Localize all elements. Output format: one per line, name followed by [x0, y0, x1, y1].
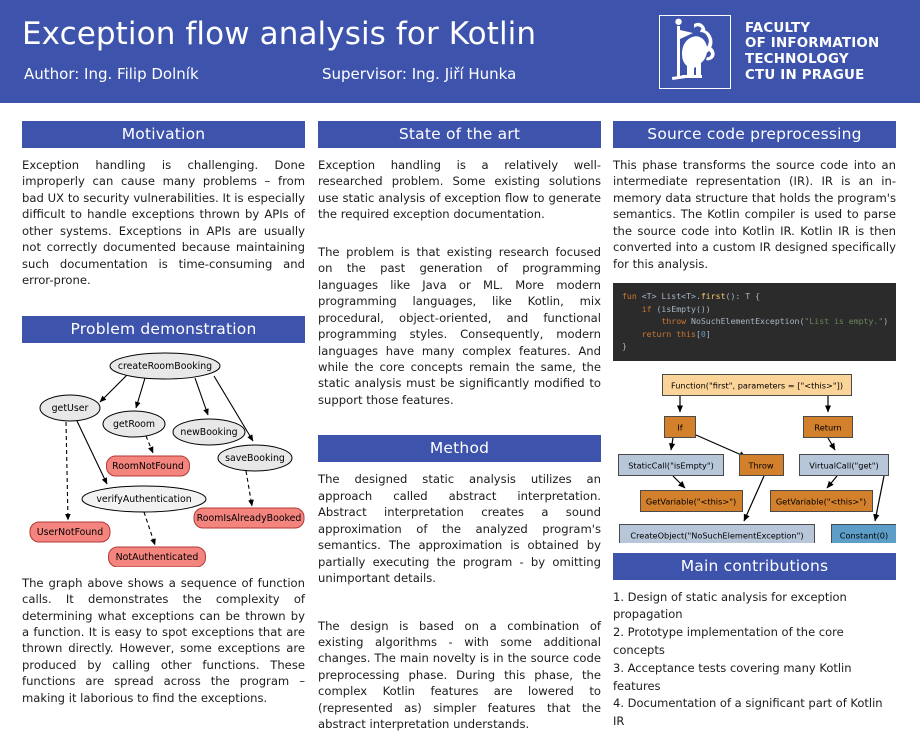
graph-node-RoomIsAlreadyBooked: RoomIsAlreadyBooked	[193, 507, 305, 529]
code-token: first	[700, 291, 726, 302]
graph-node-getRoom: getRoom	[102, 410, 166, 438]
code-token: "List is empty."	[804, 316, 884, 327]
page-title: Exception flow analysis for Kotlin	[22, 16, 537, 52]
graph-node-label: NotAuthenticated	[116, 552, 199, 563]
graph-node-UserNotFound: UserNotFound	[29, 521, 111, 543]
graph-node-label: verifyAuthentication	[96, 494, 191, 505]
graph-node-getUser: getUser	[39, 394, 101, 422]
ir-node-label: Return	[814, 422, 841, 432]
ir-node-label: Throw	[747, 460, 773, 470]
section-heading-state-of-the-art: State of the art	[318, 121, 601, 148]
code-token: ():	[725, 291, 746, 302]
state-of-the-art-paragraph-2: The problem is that existing research fo…	[318, 244, 601, 407]
code-token: fun	[622, 291, 642, 302]
section-heading-source-code-preprocessing: Source code preprocessing	[613, 121, 896, 148]
section-heading-motivation: Motivation	[22, 121, 305, 148]
column-left: Motivation Exception handling is challen…	[22, 121, 305, 706]
graph-node-NotAuthenticated: NotAuthenticated	[108, 546, 206, 567]
graph-node-saveBooking: saveBooking	[217, 444, 293, 472]
code-token: {	[750, 291, 761, 302]
state-of-the-art-paragraph-1: Exception handling is a relatively well-…	[318, 158, 601, 222]
ir-node-label: VirtualCall("get")	[809, 460, 878, 470]
ir-node-label: Function("first", parameters = ["<this>"…	[671, 380, 843, 390]
graph-node-label: RoomIsAlreadyBooked	[197, 513, 302, 524]
ir-node-label: StaticCall("isEmpty")	[628, 460, 714, 470]
ir-graph-figure: Function("first", parameters = ["<this>"…	[613, 371, 896, 543]
faculty-name: FACULTY OF INFORMATION TECHNOLOGY CTU IN…	[745, 20, 880, 83]
ir-node-staticcall: StaticCall("isEmpty")	[618, 453, 724, 476]
supervisor-label: Supervisor: Ing. Jiří Hunka	[322, 65, 517, 83]
ir-node-getvariable-2: GetVariable("<this>")	[770, 489, 873, 512]
code-token: (isEmpty())	[651, 303, 711, 314]
code-token: return	[641, 328, 672, 339]
ir-node-virtualcall: VirtualCall("get")	[799, 453, 889, 476]
graph-node-label: getRoom	[113, 419, 155, 430]
ctu-lion-logo-icon	[659, 15, 731, 89]
ir-node-label: GetVariable("<this>")	[646, 496, 736, 506]
section-heading-method: Method	[318, 435, 601, 463]
problem-demonstration-caption: The graph above shows a sequence of func…	[22, 575, 305, 705]
code-token: )	[883, 316, 889, 327]
graph-node-createRoomBooking: createRoomBooking	[109, 352, 221, 380]
graph-node-label: newBooking	[180, 427, 237, 438]
graph-node-RoomNotFound: RoomNotFound	[106, 455, 190, 477]
section-heading-problem-demonstration: Problem demonstration	[22, 315, 305, 343]
code-token: if	[641, 303, 652, 314]
contribution-item: 3. Acceptance tests covering many Kotlin…	[613, 660, 852, 693]
method-paragraph-1: The designed static analysis utilizes an…	[318, 472, 601, 586]
ir-node-return: Return	[803, 415, 853, 438]
contribution-item: 1. Design of static analysis for excepti…	[613, 589, 847, 622]
graph-node-label: saveBooking	[225, 453, 285, 464]
ir-node-if: If	[664, 415, 696, 438]
ir-node-function: Function("first", parameters = ["<this>"…	[662, 373, 852, 396]
call-graph-figure: createRoomBooking getUser getRoom newBoo…	[22, 352, 305, 567]
code-token: List<T>.	[661, 291, 701, 302]
call-graph-nodes: createRoomBooking getUser getRoom newBoo…	[29, 352, 305, 567]
ir-node-getvariable-1: GetVariable("<this>")	[640, 489, 743, 512]
code-token: <T>	[641, 291, 662, 302]
poster-body: Motivation Exception handling is challen…	[0, 103, 920, 731]
poster-header: Exception flow analysis for Kotlin Autho…	[0, 0, 920, 103]
section-heading-main-contributions: Main contributions	[613, 552, 896, 580]
code-token: }	[622, 341, 627, 352]
main-contributions-list: 1. Design of static analysis for excepti…	[613, 589, 896, 732]
graph-node-label: UserNotFound	[37, 527, 103, 538]
method-paragraph-2: The design is based on a combination of …	[318, 618, 601, 732]
code-token: this	[676, 328, 696, 339]
graph-node-label: getUser	[52, 403, 89, 414]
graph-node-label: createRoomBooking	[118, 361, 212, 372]
code-token: ]	[705, 328, 711, 339]
source-code-preprocessing-paragraph: This phase transforms the source code in…	[613, 158, 896, 271]
contribution-item: 2. Prototype implementation of the core …	[613, 625, 844, 657]
column-right: Source code preprocessing This phase tra…	[613, 121, 896, 731]
ir-node-createobject: CreateObject("NoSuchElementException")	[619, 523, 815, 543]
column-middle: State of the art Exception handling is a…	[318, 121, 601, 733]
motivation-paragraph: Exception handling is challenging. Done …	[22, 158, 305, 288]
ir-node-label: GetVariable("<this>")	[776, 496, 866, 506]
ir-node-label: Constant(0)	[840, 530, 888, 540]
ir-graph-nodes: Function("first", parameters = ["<this>"…	[618, 373, 896, 543]
faculty-logo: FACULTY OF INFORMATION TECHNOLOGY CTU IN…	[659, 14, 901, 90]
ir-node-constant: Constant(0)	[831, 523, 896, 543]
graph-node-newBooking: newBooking	[172, 418, 246, 446]
code-token: NoSuchElementException(	[686, 316, 805, 327]
ir-node-throw: Throw	[739, 453, 784, 476]
author-label: Author: Ing. Filip Dolník	[24, 65, 199, 83]
contribution-item: 4. Documentation of a significant part o…	[613, 696, 883, 729]
code-sample-block: fun <T> List<T>.first(): T { if (isEmpty…	[613, 283, 896, 361]
code-token: throw	[661, 316, 687, 327]
graph-node-verifyAuthentication: verifyAuthentication	[81, 485, 207, 513]
ir-node-label: CreateObject("NoSuchElementException")	[630, 530, 803, 540]
graph-node-label: RoomNotFound	[112, 461, 184, 472]
